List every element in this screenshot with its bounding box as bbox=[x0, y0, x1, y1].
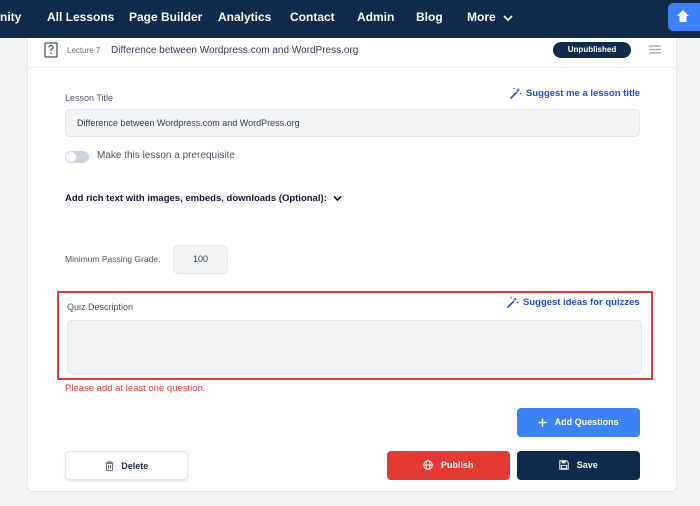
globe-icon bbox=[423, 460, 434, 470]
nav-item-blog[interactable]: Blog bbox=[416, 10, 443, 24]
nav-item-admin[interactable]: Admin bbox=[357, 10, 394, 24]
top-nav: nity All Lessons Page Builder Analytics … bbox=[0, 0, 700, 38]
magic-wand-icon bbox=[509, 87, 522, 100]
suggest-quiz-label: Suggest ideas for quizzes bbox=[523, 297, 640, 308]
suggest-title-label: Suggest me a lesson title bbox=[526, 88, 641, 99]
save-label: Save bbox=[576, 460, 598, 470]
trash-icon bbox=[105, 461, 114, 471]
publish-button[interactable]: Publish bbox=[387, 451, 510, 480]
nav-item-contact[interactable]: Contact bbox=[290, 10, 335, 24]
lesson-title-label: Lesson Title bbox=[65, 93, 114, 103]
chevron-down-icon bbox=[503, 15, 513, 22]
nav-more-label: More bbox=[467, 10, 496, 24]
prerequisite-toggle[interactable] bbox=[65, 151, 89, 163]
error-message: Please add at least one question. bbox=[65, 383, 206, 394]
nav-item-all-lessons[interactable]: All Lessons bbox=[47, 10, 114, 24]
delete-button[interactable]: Delete bbox=[65, 451, 188, 480]
nav-item-more[interactable]: More bbox=[467, 10, 513, 24]
lecture-number: Lecture 7 bbox=[67, 46, 101, 55]
lecture-header: Lecture 7 Difference between Wordpress.c… bbox=[28, 38, 678, 68]
save-button[interactable]: Save bbox=[517, 451, 640, 480]
prerequisite-label: Make this lesson a prerequisite bbox=[97, 150, 235, 161]
lesson-title-input[interactable]: Difference between Wordpress.com and Wor… bbox=[65, 109, 640, 137]
delete-label: Delete bbox=[121, 461, 149, 471]
status-badge: Unpublished bbox=[553, 42, 631, 58]
quiz-description-textarea[interactable] bbox=[67, 320, 642, 374]
home-button[interactable] bbox=[668, 3, 700, 31]
rich-text-expander[interactable]: Add rich text with images, embeds, downl… bbox=[65, 193, 343, 204]
save-icon bbox=[559, 460, 569, 470]
nav-item-community[interactable]: nity bbox=[0, 10, 21, 24]
nav-item-analytics[interactable]: Analytics bbox=[218, 10, 271, 24]
chevron-down-icon bbox=[333, 195, 343, 202]
publish-label: Publish bbox=[441, 460, 474, 470]
suggest-title-link[interactable]: Suggest me a lesson title bbox=[509, 87, 641, 100]
lesson-card: Lecture 7 Difference between Wordpress.c… bbox=[27, 38, 678, 492]
passing-grade-input[interactable]: 100 bbox=[173, 245, 228, 274]
quiz-icon bbox=[44, 42, 58, 58]
add-questions-label: Add Questions bbox=[554, 417, 619, 427]
drag-handle-icon[interactable] bbox=[649, 45, 661, 54]
lecture-title: Difference between Wordpress.com and Wor… bbox=[111, 45, 359, 56]
quiz-description-section: Quiz Description Suggest ideas for quizz… bbox=[57, 291, 653, 380]
nav-item-page-builder[interactable]: Page Builder bbox=[129, 10, 202, 24]
suggest-quiz-link[interactable]: Suggest ideas for quizzes bbox=[506, 296, 640, 309]
quiz-description-label: Quiz Description bbox=[67, 302, 134, 312]
plus-icon bbox=[538, 418, 547, 427]
home-icon bbox=[677, 10, 689, 22]
passing-grade-label: Minimum Passing Grade: bbox=[65, 254, 161, 264]
rich-text-label: Add rich text with images, embeds, downl… bbox=[65, 193, 327, 204]
toggle-knob bbox=[66, 152, 76, 162]
magic-wand-icon bbox=[506, 296, 519, 309]
add-questions-button[interactable]: Add Questions bbox=[517, 408, 640, 437]
